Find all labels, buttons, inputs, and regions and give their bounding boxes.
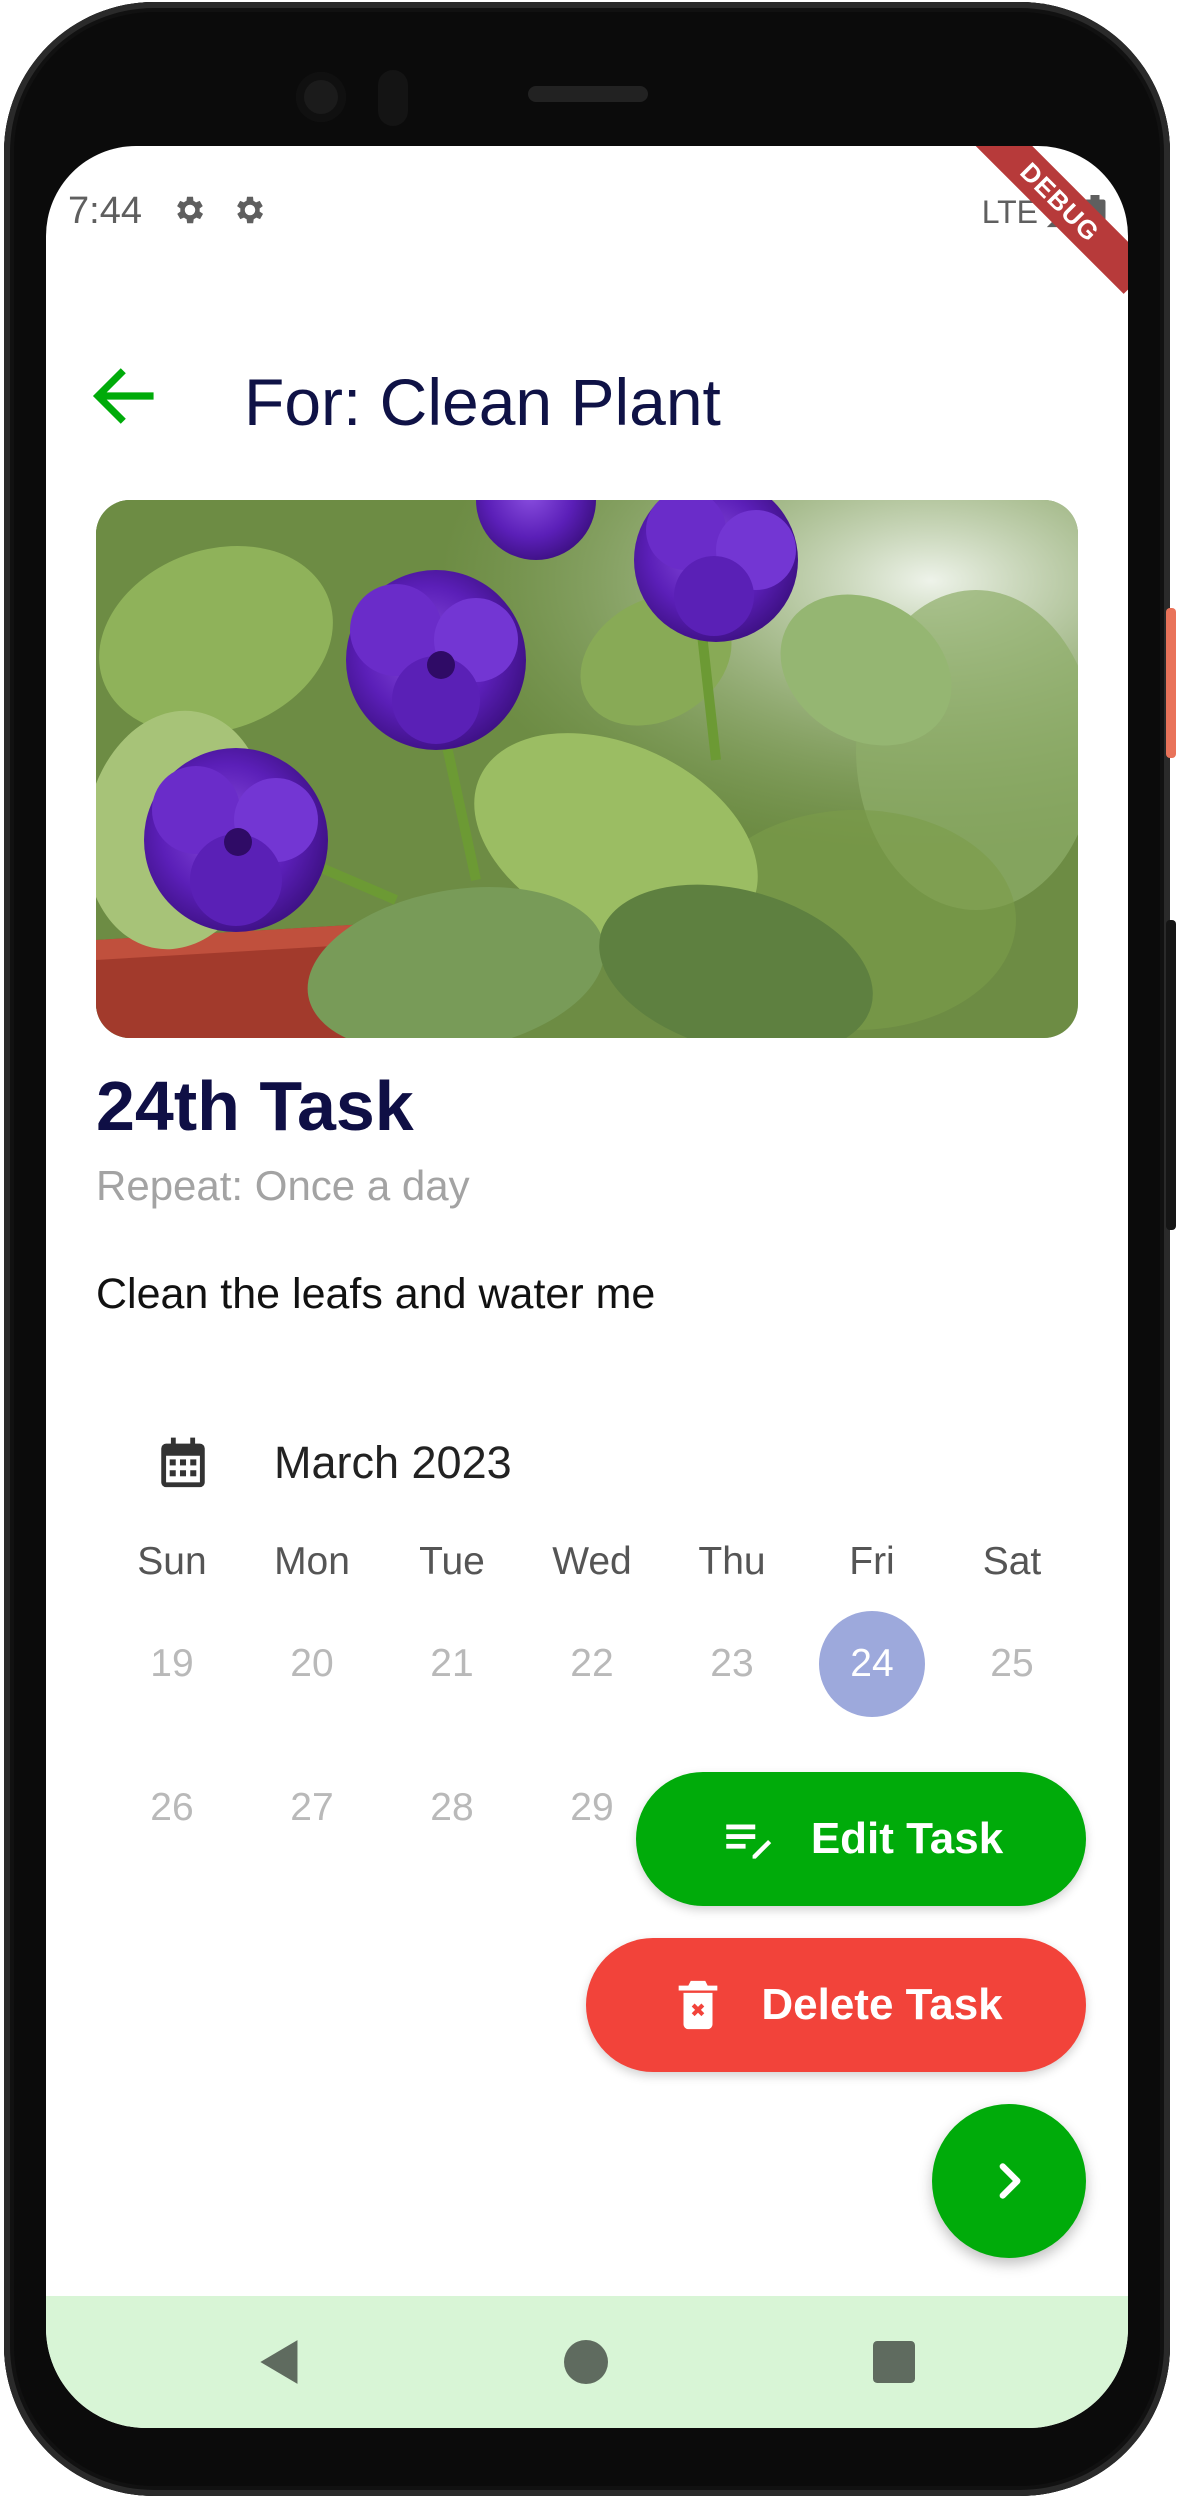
app-screen: 7:44 LTE DEBUG For: Clean Plant 24th Tas… bbox=[46, 146, 1128, 2428]
weekday-label: Mon bbox=[274, 1540, 350, 1583]
week-row: 19 20 21 22 23 24 25 bbox=[102, 1592, 1082, 1736]
calendar-month: March 2023 bbox=[274, 1437, 512, 1488]
weekday-label: Tue bbox=[419, 1540, 485, 1583]
task-description: Clean the leafs and water me bbox=[96, 1270, 656, 1318]
calendar-day[interactable]: 23 bbox=[662, 1592, 802, 1736]
back-button[interactable] bbox=[84, 356, 164, 436]
calendar-day[interactable]: 19 bbox=[102, 1592, 242, 1736]
next-fab-button[interactable] bbox=[932, 2104, 1086, 2258]
arrow-back-icon bbox=[92, 368, 154, 424]
status-bar: 7:44 LTE DEBUG bbox=[46, 146, 1128, 294]
plant-photo bbox=[96, 500, 1078, 1038]
calendar-day[interactable]: 25 bbox=[942, 1592, 1082, 1736]
calendar-day[interactable]: 21 bbox=[382, 1592, 522, 1736]
calendar-day[interactable]: 28 bbox=[382, 1736, 522, 1880]
calendar-icon bbox=[161, 1437, 205, 1488]
weekday-label: Thu bbox=[698, 1540, 766, 1583]
edit-note-icon bbox=[726, 1824, 772, 1859]
weekday-label: Sun bbox=[137, 1540, 207, 1583]
delete-forever-icon bbox=[679, 1980, 718, 2030]
edit-task-button[interactable]: Edit Task bbox=[636, 1772, 1086, 1906]
volume-button bbox=[1166, 920, 1176, 1230]
back-triangle-icon bbox=[260, 2340, 298, 2384]
weekday-label: Wed bbox=[552, 1540, 632, 1583]
chevron-right-icon bbox=[999, 2163, 1021, 2199]
power-button bbox=[1166, 608, 1176, 758]
app-bar: For: Clean Plant bbox=[46, 346, 1128, 446]
delete-task-button[interactable]: Delete Task bbox=[586, 1938, 1086, 2072]
task-title: 24th Task bbox=[96, 1067, 414, 1145]
weekday-label: Fri bbox=[849, 1540, 895, 1583]
nav-recents-button[interactable] bbox=[862, 2330, 926, 2394]
settings-icon bbox=[237, 196, 264, 224]
edit-task-label: Edit Task bbox=[810, 1814, 1004, 1863]
nav-home-button[interactable] bbox=[554, 2330, 618, 2394]
earpiece-speaker bbox=[528, 86, 648, 102]
plant-photo-illustration bbox=[96, 500, 1078, 1038]
system-nav-bar bbox=[46, 2296, 1128, 2428]
calendar-day[interactable]: 26 bbox=[102, 1736, 242, 1880]
calendar-day[interactable]: 22 bbox=[522, 1592, 662, 1736]
calendar-header[interactable]: March 2023 bbox=[154, 1434, 512, 1492]
calendar-day-selected[interactable]: 24 bbox=[802, 1592, 942, 1736]
calendar-day[interactable]: 27 bbox=[242, 1736, 382, 1880]
home-circle-icon bbox=[564, 2340, 608, 2384]
front-camera bbox=[296, 72, 346, 122]
delete-task-label: Delete Task bbox=[761, 1980, 1003, 2029]
calendar-day[interactable]: 20 bbox=[242, 1592, 382, 1736]
status-time: 7:44 bbox=[68, 190, 142, 232]
page-title: For: Clean Plant bbox=[244, 365, 721, 439]
camera-sensor bbox=[378, 70, 408, 126]
repeat-frequency: Repeat: Once a day bbox=[96, 1162, 470, 1209]
settings-icon bbox=[177, 196, 204, 224]
weekday-label: Sat bbox=[982, 1540, 1042, 1583]
nav-back-button[interactable] bbox=[248, 2330, 312, 2394]
phone-device: 7:44 LTE DEBUG For: Clean Plant 24th Tas… bbox=[0, 0, 1178, 2498]
recents-square-icon bbox=[873, 2341, 915, 2383]
weekday-row: Sun Mon Tue Wed Thu Fri Sat bbox=[102, 1532, 1082, 1592]
